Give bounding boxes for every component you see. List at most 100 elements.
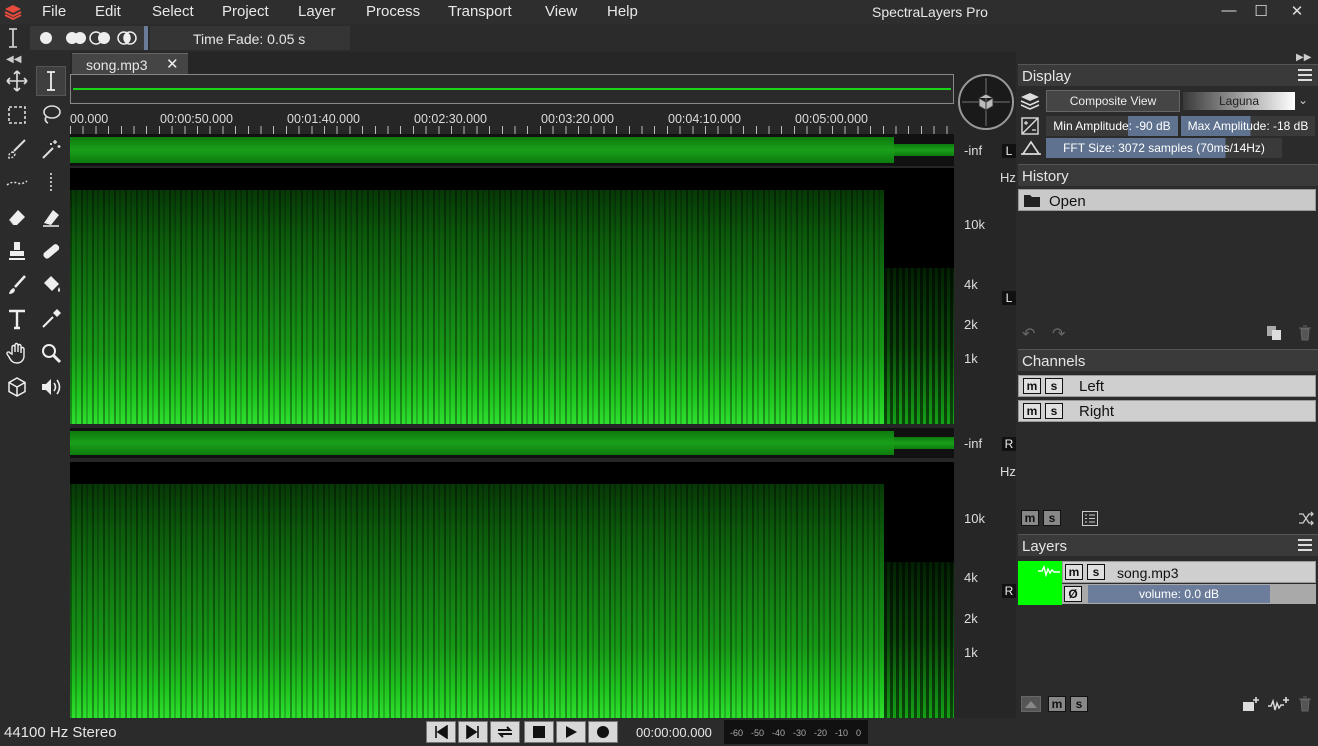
min-amplitude-slider[interactable]: Min Amplitude: -90 dB: [1046, 116, 1178, 136]
solo-all-button[interactable]: s: [1043, 510, 1061, 526]
history-item[interactable]: Open: [1018, 189, 1316, 211]
paint-brush-icon[interactable]: [2, 270, 32, 300]
skip-end-button[interactable]: [458, 721, 488, 743]
menu-transport[interactable]: Transport: [448, 3, 512, 20]
collapse-left-icon[interactable]: ◀◀: [6, 54, 21, 65]
pipette-icon[interactable]: [36, 304, 66, 334]
layer-mute-button[interactable]: m: [1065, 564, 1083, 580]
max-amplitude-slider[interactable]: Max Amplitude: -18 dB: [1181, 116, 1315, 136]
duplicate-icon[interactable]: [1266, 325, 1282, 341]
undo-icon[interactable]: ↶: [1022, 324, 1035, 344]
display-menu-icon[interactable]: [1298, 69, 1312, 81]
layer-thumbnail[interactable]: [1018, 561, 1062, 605]
eraser-icon[interactable]: [2, 202, 32, 232]
close-tab-icon[interactable]: ✕: [166, 55, 179, 73]
layer-mute-solo-group: ms: [1065, 564, 1105, 580]
menu-process[interactable]: Process: [366, 3, 420, 20]
layers-mute-all-button[interactable]: m: [1048, 696, 1066, 712]
channel-row-left[interactable]: ms Left: [1018, 375, 1316, 397]
speaker-icon[interactable]: [36, 372, 66, 402]
record-button[interactable]: [588, 721, 618, 743]
record-icon: [597, 726, 609, 738]
menu-edit[interactable]: Edit: [95, 3, 121, 20]
time-fade-field[interactable]: Time Fade: 0.05 s: [150, 26, 350, 50]
time-ruler[interactable]: 00.000 00:00:50.000 00:01:40.000 00:02:3…: [70, 104, 954, 134]
layer-up-icon[interactable]: [1021, 696, 1041, 712]
menu-help[interactable]: Help: [607, 3, 638, 20]
solo-button[interactable]: s: [1045, 378, 1063, 394]
chevron-down-icon[interactable]: ⌄: [1298, 93, 1308, 107]
waveform-right[interactable]: [70, 428, 954, 458]
trash-icon[interactable]: [1298, 325, 1312, 341]
delete-layer-icon[interactable]: [1298, 696, 1312, 712]
waveform-left[interactable]: [70, 134, 954, 166]
list-icon[interactable]: [1082, 511, 1098, 526]
mute-button[interactable]: m: [1023, 378, 1041, 394]
spectrogram-left[interactable]: [70, 168, 954, 424]
skip-start-button[interactable]: [426, 721, 456, 743]
overview-range-bar[interactable]: [73, 88, 951, 90]
channel-tag-right: R: [1002, 437, 1016, 451]
phase-invert-icon[interactable]: Ø: [1064, 586, 1082, 602]
layers-panel-header: Layers: [1018, 534, 1318, 556]
timeline-overview[interactable]: [70, 74, 954, 104]
navigation-wheel[interactable]: [958, 74, 1014, 130]
layer-solo-button[interactable]: s: [1087, 564, 1105, 580]
composite-view-button[interactable]: Composite View: [1046, 90, 1180, 112]
layer-volume-slider[interactable]: volume: 0.0 dB: [1088, 585, 1270, 603]
hand-pan-icon[interactable]: [2, 338, 32, 368]
spectrogram-right[interactable]: [70, 462, 954, 718]
layers-footer: ms: [1048, 696, 1088, 712]
mute-all-button[interactable]: m: [1021, 510, 1039, 526]
menu-file[interactable]: File: [42, 3, 66, 20]
rectangle-select-icon[interactable]: [2, 100, 32, 130]
loop-button[interactable]: [490, 721, 520, 743]
layers-solo-all-button[interactable]: s: [1070, 696, 1088, 712]
time-selection-tool-icon[interactable]: [36, 66, 66, 96]
menu-view[interactable]: View: [545, 3, 577, 20]
add-waveform-layer-icon[interactable]: [1268, 696, 1290, 712]
minimize-icon[interactable]: —: [1216, 2, 1242, 22]
3d-view-icon[interactable]: [2, 372, 32, 402]
redo-icon[interactable]: ↷: [1052, 324, 1065, 344]
close-window-icon[interactable]: ✕: [1284, 2, 1310, 22]
lasso-select-icon[interactable]: [36, 100, 66, 130]
palette-select[interactable]: Laguna: [1183, 92, 1295, 110]
menu-project[interactable]: Project: [222, 3, 269, 20]
clone-stamp-icon[interactable]: [2, 236, 32, 266]
solo-button[interactable]: s: [1045, 403, 1063, 419]
document-tab[interactable]: song.mp3 ✕: [72, 53, 188, 75]
menu-layer[interactable]: Layer: [298, 3, 336, 20]
channel-tag-right: R: [1002, 584, 1016, 598]
text-tool-icon[interactable]: [2, 304, 32, 334]
history-panel-header: History: [1018, 164, 1318, 186]
layer-row[interactable]: ms song.mp3: [1062, 561, 1316, 583]
frequency-scale-left: -inf L Hz 10k 4k 2k 1k L: [958, 134, 1016, 424]
shuffle-icon[interactable]: [1298, 511, 1314, 526]
level-label: -inf: [964, 143, 983, 158]
add-layer-icon[interactable]: [1242, 696, 1260, 712]
move-tool-icon[interactable]: [2, 66, 32, 96]
frequency-select-icon[interactable]: [36, 168, 66, 198]
fill-bucket-icon[interactable]: [36, 270, 66, 300]
magic-wand-icon[interactable]: [36, 134, 66, 164]
brush-select-icon[interactable]: [2, 134, 32, 164]
stop-button[interactable]: [524, 721, 554, 743]
selection-mode-icons[interactable]: [36, 31, 144, 45]
menu-select[interactable]: Select: [152, 3, 194, 20]
harmonic-select-icon[interactable]: [2, 168, 32, 198]
amplitude-eraser-icon[interactable]: [36, 202, 66, 232]
selection-mode-group: [30, 26, 148, 50]
channel-row-right[interactable]: ms Right: [1018, 400, 1316, 422]
layers-menu-icon[interactable]: [1298, 539, 1312, 551]
waveform-left-tail: [894, 144, 954, 156]
heal-tool-icon[interactable]: [36, 236, 66, 266]
collapse-right-icon[interactable]: ▶▶: [1296, 52, 1311, 63]
zoom-icon[interactable]: [36, 338, 66, 368]
play-button[interactable]: [556, 721, 586, 743]
spectrogram-right-body: [70, 484, 884, 718]
maximize-icon[interactable]: ☐: [1248, 2, 1274, 22]
level-meter: -60 -50 -40 -30 -20 -10 0: [724, 720, 868, 744]
fft-size-slider[interactable]: FFT Size: 3072 samples (70ms/14Hz): [1046, 138, 1282, 158]
mute-button[interactable]: m: [1023, 403, 1041, 419]
